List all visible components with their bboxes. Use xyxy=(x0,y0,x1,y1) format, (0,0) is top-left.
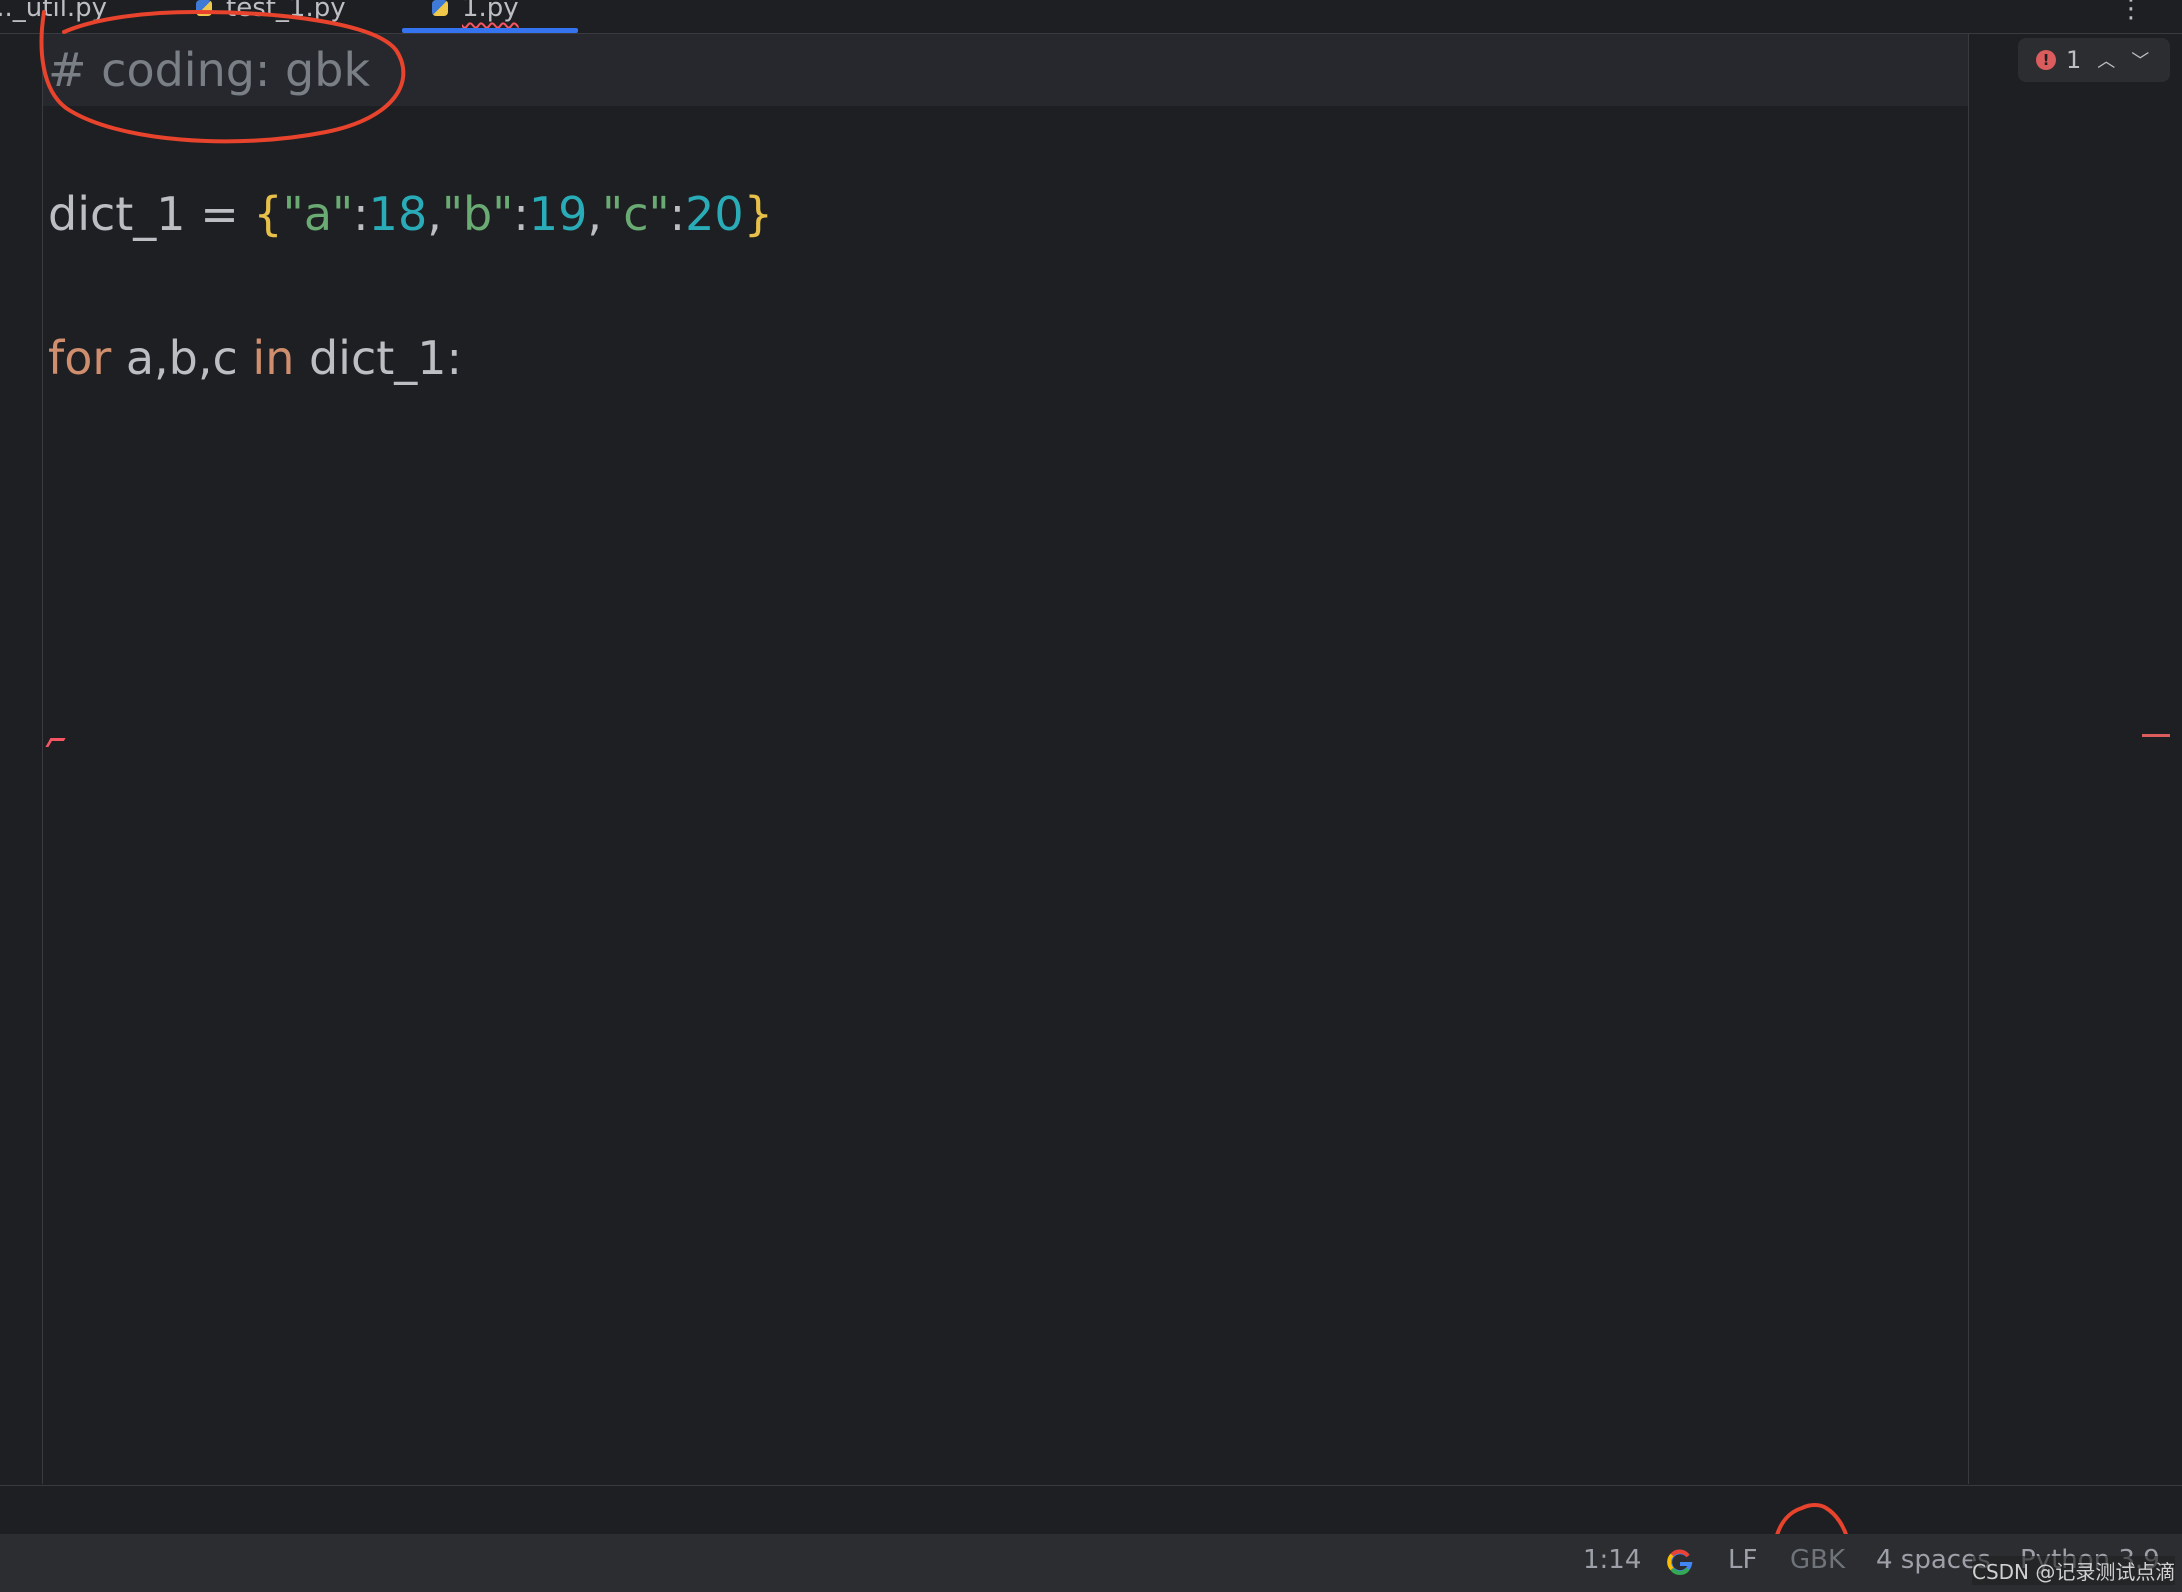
editor-bottom-divider xyxy=(0,1485,2182,1486)
identifier-token: dict_1: xyxy=(294,331,463,385)
string-token: "c" xyxy=(602,187,670,241)
tab-label: 1.py xyxy=(462,0,519,23)
watermark: CSDN @记录测试点滴 xyxy=(1972,1556,2176,1585)
python-file-icon xyxy=(432,0,448,16)
chevron-down-icon[interactable]: ﹀ xyxy=(2131,47,2149,73)
colon-token: : xyxy=(513,187,529,241)
inspection-widget[interactable]: ! 1 ︿ ﹀ xyxy=(2018,38,2170,82)
comment-token: # coding: gbk xyxy=(48,43,371,97)
file-encoding[interactable]: GBK xyxy=(1790,1545,1845,1575)
colon-token: : xyxy=(353,187,369,241)
operator-token: = xyxy=(185,187,254,241)
string-token: "a" xyxy=(282,187,354,241)
brace-token: { xyxy=(253,187,283,241)
right-margin-guide xyxy=(1968,34,1969,1484)
google-icon[interactable] xyxy=(1666,1548,1694,1576)
code-line-3[interactable]: dict_1 = {"a":18,"b":19,"c":20} xyxy=(48,184,773,244)
string-token: "b" xyxy=(441,187,514,241)
python-file-icon xyxy=(196,0,212,16)
brace-token: } xyxy=(743,187,773,241)
comma-token: , xyxy=(427,187,442,241)
error-stripe-marker[interactable] xyxy=(2142,734,2170,737)
status-bar xyxy=(0,1534,2182,1592)
cursor-position[interactable]: 1:14 xyxy=(1583,1545,1641,1575)
error-icon: ! xyxy=(2036,50,2056,70)
active-tab-indicator xyxy=(402,28,578,33)
number-token: 18 xyxy=(368,187,428,241)
more-options-icon[interactable]: ⋮ xyxy=(2118,0,2144,24)
code-line-1[interactable]: # coding: gbk xyxy=(48,40,370,100)
code-line-5[interactable]: for a,b,c in dict_1: xyxy=(48,328,462,388)
chevron-up-icon[interactable]: ︿ xyxy=(2097,47,2115,73)
number-token: 19 xyxy=(528,187,588,241)
tab-util-py[interactable]: ..._util.py xyxy=(0,0,107,32)
tab-test-1-py[interactable]: test_1.py xyxy=(196,0,346,32)
error-count: 1 xyxy=(2066,46,2082,74)
line-separator[interactable]: LF xyxy=(1728,1545,1757,1575)
tab-label: test_1.py xyxy=(226,0,346,23)
identifier-token: a,b,c xyxy=(111,331,253,385)
tab-label: ..._util.py xyxy=(0,0,108,23)
keyword-token: in xyxy=(252,331,295,385)
number-token: 20 xyxy=(685,187,744,241)
comma-token: , xyxy=(587,187,603,241)
gutter-divider xyxy=(42,34,43,1484)
colon-token: : xyxy=(669,187,686,241)
editor-tab-bar: ..._util.py test_1.py 1.py ⋮ xyxy=(0,0,2182,34)
identifier-token: dict_1 xyxy=(48,187,186,241)
code-editor[interactable] xyxy=(0,34,2182,1484)
keyword-token: for xyxy=(48,331,112,385)
